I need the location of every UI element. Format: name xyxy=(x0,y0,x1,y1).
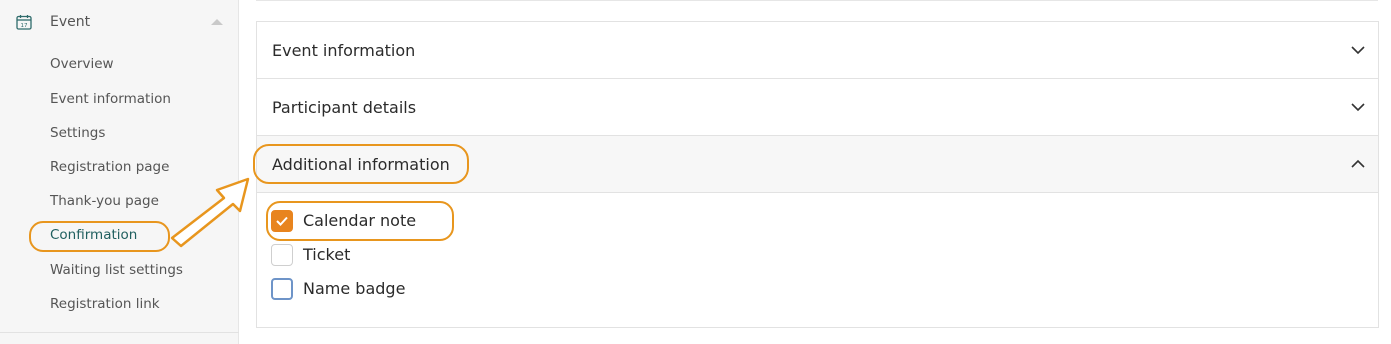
sidebar-item-thank-you-page[interactable]: Thank-you page xyxy=(50,193,159,209)
chevron-down-icon[interactable] xyxy=(1350,99,1366,115)
accordion-section-title: Participant details xyxy=(272,98,417,117)
svg-text:17: 17 xyxy=(21,23,28,29)
sidebar-section-label: Event xyxy=(50,14,91,30)
sidebar-item-registration-page[interactable]: Registration page xyxy=(50,159,169,175)
name-badge-checkbox[interactable] xyxy=(271,278,293,300)
chevron-up-icon[interactable] xyxy=(1350,156,1366,172)
sidebar-item-overview[interactable]: Overview xyxy=(50,56,114,72)
calendar-note-checkbox[interactable] xyxy=(271,210,293,232)
caret-up-icon[interactable] xyxy=(211,19,223,25)
calendar-note-label[interactable]: Calendar note xyxy=(303,211,416,230)
sidebar-item-event-information[interactable]: Event information xyxy=(50,91,171,107)
ticket-label[interactable]: Ticket xyxy=(303,245,350,264)
chevron-down-icon[interactable] xyxy=(1350,42,1366,58)
accordion-section-additional-information[interactable]: Additional information xyxy=(253,136,1378,193)
sidebar-item-settings[interactable]: Settings xyxy=(50,125,105,141)
sidebar-item-waiting-list-settings[interactable]: Waiting list settings xyxy=(50,262,183,278)
accordion: Event information Participant details Ad… xyxy=(253,21,1379,328)
accordion-section-title: Event information xyxy=(272,41,416,60)
accordion-section-participant-details[interactable]: Participant details xyxy=(257,79,1378,136)
divider xyxy=(256,0,1378,1)
annotation-highlight-confirmation xyxy=(29,221,170,252)
divider xyxy=(0,332,239,333)
sidebar-item-registration-link[interactable]: Registration link xyxy=(50,296,160,312)
calendar-icon: 17 xyxy=(16,15,32,30)
annotation-arrow-icon xyxy=(170,177,250,248)
accordion-section-event-information[interactable]: Event information xyxy=(257,22,1378,79)
ticket-checkbox[interactable] xyxy=(271,244,293,266)
accordion-section-title: Additional information xyxy=(272,155,450,174)
name-badge-label[interactable]: Name badge xyxy=(303,279,405,298)
checkmark-icon xyxy=(276,216,288,226)
sidebar-section-event[interactable]: 17 Event xyxy=(0,0,239,46)
